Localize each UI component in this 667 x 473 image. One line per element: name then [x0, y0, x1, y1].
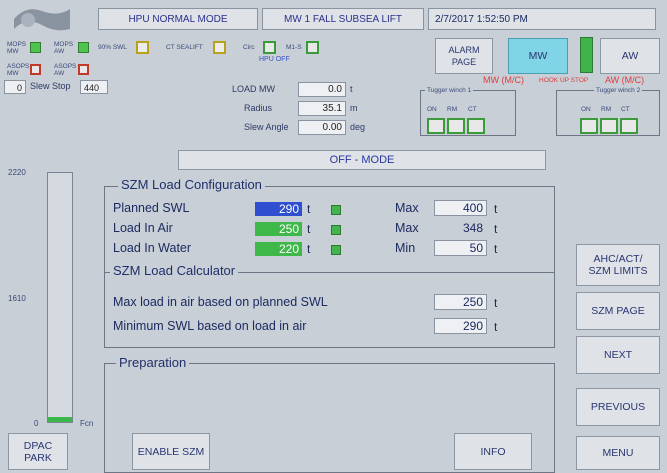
load-in-air-status	[331, 225, 341, 235]
mw-aw-status-bar	[580, 37, 593, 73]
mode-banner: OFF - MODE	[178, 150, 546, 170]
hookup-mw-status: MW (M/C)	[483, 75, 524, 85]
tugger-winch-1-title: Tugger winch 1	[425, 87, 474, 94]
min-swl-label: Minimum SWL based on load in air	[113, 319, 307, 333]
load-mw-label: LOAD MW	[232, 84, 276, 94]
swl-90-light	[136, 41, 149, 54]
swl-90-label: 90% SWL	[98, 44, 127, 51]
slew-left-value: 0	[4, 80, 26, 94]
m1s-light	[306, 41, 319, 54]
load-mw-value: 0.0	[298, 82, 346, 97]
slew-angle-value: 0.00	[298, 120, 346, 135]
load-in-air-label: Load In Air	[113, 221, 173, 235]
hpu-off-label: HPU OFF	[259, 56, 290, 63]
radius-label: Radius	[244, 103, 273, 113]
load-in-water-status	[331, 245, 341, 255]
asops-aw-label: ASOPS AW	[54, 63, 77, 77]
hookup-stop-status: HOOK UP STOP	[539, 77, 589, 84]
tugger-1-rm-light	[447, 118, 465, 134]
load-in-air-unit: t	[307, 222, 311, 236]
alarm-page-button[interactable]: ALARM PAGE	[435, 38, 493, 74]
tugger-2-on-label: ON	[581, 106, 591, 113]
planned-swl-unit: t	[307, 202, 311, 216]
gauge-bottom-label: 0	[34, 419, 39, 428]
asops-aw-light	[78, 64, 89, 75]
planned-swl-limit-label: Max	[395, 201, 419, 215]
load-in-air-limit-label: Max	[395, 221, 419, 235]
info-button[interactable]: INFO	[454, 433, 532, 470]
mw-button[interactable]: MW	[508, 38, 568, 74]
dpac-park-button[interactable]: DPAC PARK	[8, 433, 68, 470]
gauge-unit-label: Fcn	[80, 419, 94, 428]
circ-light	[263, 41, 276, 54]
load-in-water-label: Load In Water	[113, 241, 192, 255]
load-in-air-limit-value: 348	[462, 221, 483, 235]
max-load-air-value: 250	[434, 294, 487, 310]
load-in-air-value[interactable]: 250	[255, 222, 302, 236]
szm-page-button[interactable]: SZM PAGE	[576, 292, 660, 330]
planned-swl-limit-unit: t	[494, 202, 498, 216]
szm-calc-title: SZM Load Calculator	[110, 263, 239, 278]
load-in-water-limit-label: Min	[395, 241, 416, 255]
mops-aw-light	[78, 42, 89, 53]
gauge-mid-label: 1610	[8, 294, 26, 303]
hookup-aw-status: AW (M/C)	[605, 75, 645, 85]
radius-value: 35.1	[298, 101, 346, 116]
asops-mw-light	[30, 64, 41, 75]
m1s-label: M1-S	[286, 44, 302, 51]
min-swl-unit: t	[494, 320, 498, 334]
szm-load-config-title: SZM Load Configuration	[118, 177, 265, 192]
max-load-air-label: Max load in air based on planned SWL	[113, 295, 328, 309]
load-in-water-limit-unit: t	[494, 242, 498, 256]
tugger-1-rm-label: RM	[447, 106, 458, 113]
tugger-1-on-light	[427, 118, 445, 134]
tugger-2-ct-light	[620, 118, 638, 134]
mops-aw-label: MOPS AW	[54, 41, 74, 55]
tugger-2-on-light	[580, 118, 598, 134]
mops-mw-label: MOPS MW	[7, 41, 27, 55]
lift-indicator: MW 1 FALL SUBSEA LIFT	[262, 8, 424, 30]
max-load-air-unit: t	[494, 296, 498, 310]
slew-stop-label: Slew Stop	[30, 81, 71, 91]
menu-button[interactable]: MENU	[576, 436, 660, 470]
planned-swl-limit-value: 400	[434, 200, 487, 216]
load-in-water-unit: t	[307, 242, 311, 256]
slew-angle-label: Slew Angle	[244, 122, 289, 132]
slew-right-value: 440	[80, 80, 108, 94]
gauge-top-label: 2220	[8, 168, 26, 177]
tugger-1-on-label: ON	[427, 106, 437, 113]
enable-szm-button[interactable]: ENABLE SZM	[132, 433, 210, 470]
slew-angle-unit: deg	[350, 122, 366, 132]
tugger-2-ct-label: CT	[621, 106, 630, 113]
load-in-water-limit-value: 50	[434, 240, 487, 256]
asops-mw-label: ASOPS MW	[7, 63, 30, 77]
logo	[12, 5, 72, 33]
tugger-2-rm-light	[600, 118, 618, 134]
min-swl-value: 290	[434, 318, 487, 334]
load-in-air-limit-unit: t	[494, 222, 498, 236]
aw-button[interactable]: AW	[600, 38, 660, 74]
previous-button[interactable]: PREVIOUS	[576, 388, 660, 426]
ct-sealift-light	[213, 41, 226, 54]
tugger-1-ct-light	[467, 118, 485, 134]
mops-mw-light	[30, 42, 41, 53]
load-gauge-fill	[48, 417, 72, 422]
planned-swl-status	[331, 205, 341, 215]
tugger-winch-2-title: Tugger winch 2	[594, 87, 643, 94]
ahc-act-szm-limits-button[interactable]: AHC/ACT/ SZM LIMITS	[576, 244, 660, 286]
planned-swl-label: Planned SWL	[113, 201, 190, 215]
planned-swl-value[interactable]: 290	[255, 202, 302, 216]
radius-unit: m	[350, 103, 358, 113]
tugger-2-rm-label: RM	[601, 106, 612, 113]
datetime-display: 2/7/2017 1:52:50 PM	[428, 8, 656, 30]
next-button[interactable]: NEXT	[576, 336, 660, 374]
load-mw-unit: t	[350, 84, 353, 94]
mode-indicator: HPU NORMAL MODE	[98, 8, 258, 30]
preparation-title: Preparation	[116, 355, 190, 370]
circ-label: Circ	[243, 44, 255, 51]
tugger-1-ct-label: CT	[468, 106, 477, 113]
load-gauge	[47, 172, 73, 423]
load-in-water-value[interactable]: 220	[255, 242, 302, 256]
ct-sealift-label: CT SEALIFT	[166, 44, 203, 51]
